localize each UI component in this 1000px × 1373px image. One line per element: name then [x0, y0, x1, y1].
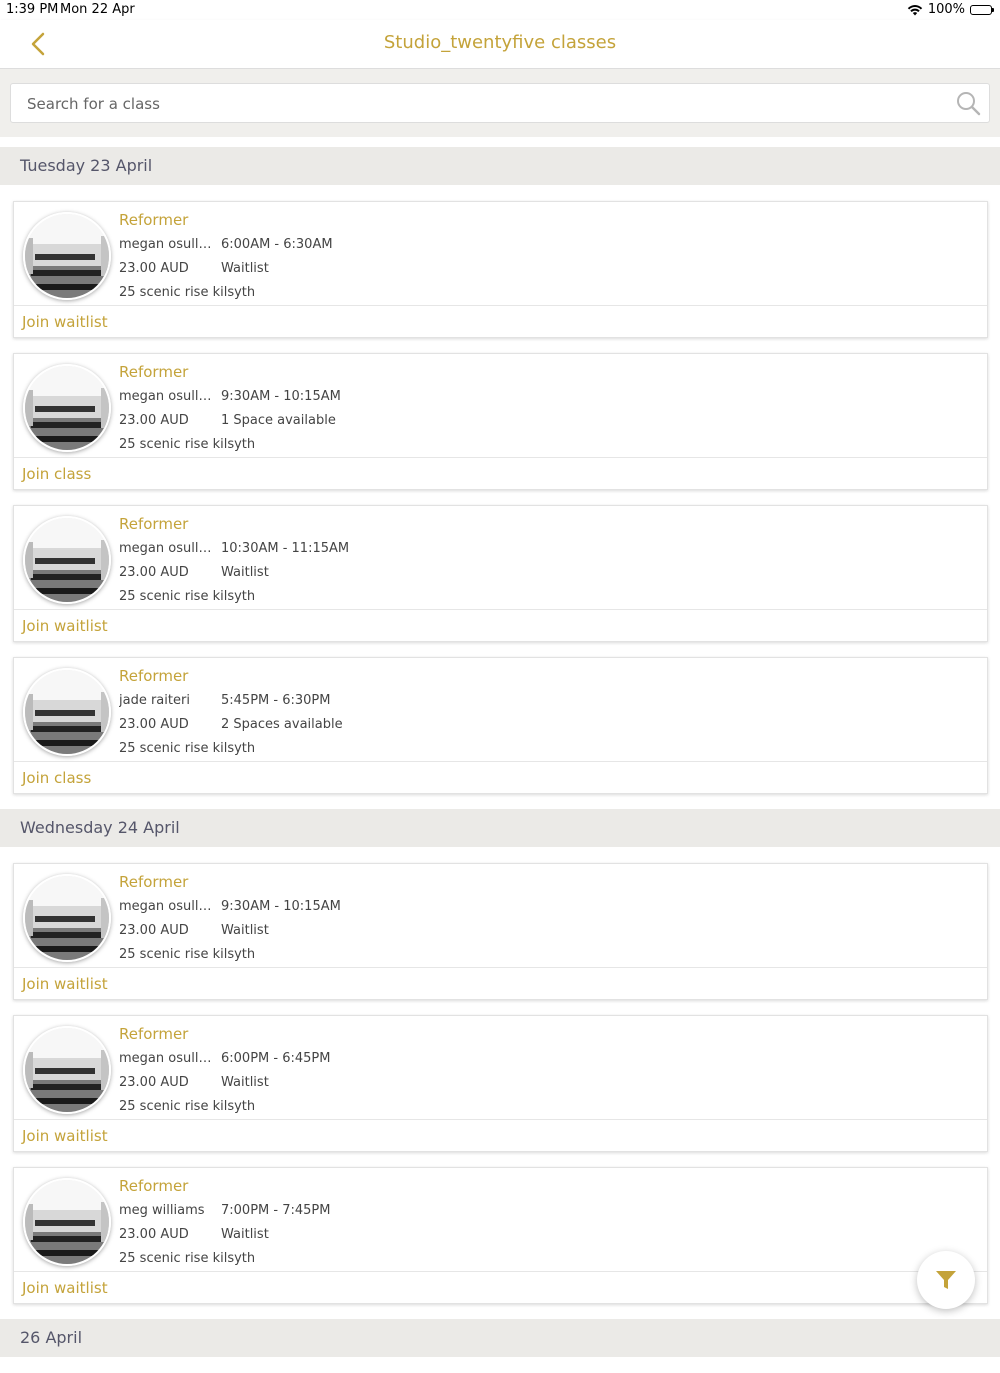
availability-status: Waitlist — [221, 565, 269, 580]
class-price: 23.00 AUD — [119, 1227, 189, 1242]
join-button[interactable]: Join waitlist — [22, 1279, 108, 1297]
search-box — [10, 83, 990, 124]
class-location: 25 scenic rise kilsyth — [119, 1251, 256, 1266]
join-button[interactable]: Join class — [22, 465, 91, 483]
instructor-name: megan osullivan — [119, 237, 215, 252]
class-name[interactable]: Reformer — [119, 363, 188, 381]
instructor-name: megan osullivan — [119, 899, 215, 914]
wifi-icon — [907, 4, 923, 15]
class-card: Reformer meg williams 7:00PM - 7:45PM 23.00… — [13, 1167, 988, 1304]
studio-photo-image — [25, 1180, 109, 1264]
class-name[interactable]: Reformer — [119, 873, 188, 891]
join-button[interactable]: Join waitlist — [22, 617, 108, 635]
instructor-name: megan osullivan — [119, 389, 215, 404]
class-list: Tuesday 23 April Reformer megan osullivan 6… — [0, 137, 1000, 1373]
availability-status: 2 Spaces available — [221, 717, 343, 732]
filter-icon — [936, 1271, 956, 1289]
battery-icon — [970, 4, 994, 15]
class-card: Reformer megan osullivan 9:30AM - 10:15AM 2… — [13, 863, 988, 1000]
class-time: 9:30AM - 10:15AM — [221, 899, 341, 914]
class-avatar — [23, 516, 111, 604]
class-name[interactable]: Reformer — [119, 1025, 188, 1043]
status-bar: 1:39 PM Mon 22 Apr 100% — [0, 0, 1000, 20]
class-card: Reformer megan osullivan 10:30AM - 11:15AM… — [13, 505, 988, 642]
studio-photo-image — [25, 214, 109, 298]
status-time: 1:39 PM — [6, 2, 59, 17]
join-button[interactable]: Join waitlist — [22, 1127, 108, 1145]
day-header: 26 April — [0, 1319, 1000, 1357]
join-button[interactable]: Join waitlist — [22, 975, 108, 993]
class-avatar — [23, 212, 111, 300]
availability-status: Waitlist — [221, 923, 269, 938]
class-location: 25 scenic rise kilsyth — [119, 947, 256, 962]
instructor-name: megan osullivan — [119, 541, 215, 556]
class-time: 6:00AM - 6:30AM — [221, 237, 333, 252]
search-icon[interactable] — [955, 90, 981, 116]
instructor-name: megan osullivan — [119, 1051, 215, 1066]
join-button[interactable]: Join waitlist — [22, 313, 108, 331]
class-price: 23.00 AUD — [119, 565, 189, 580]
class-avatar — [23, 364, 111, 452]
class-price: 23.00 AUD — [119, 717, 189, 732]
class-location: 25 scenic rise kilsyth — [119, 1099, 256, 1114]
instructor-name: meg williams — [119, 1203, 205, 1218]
class-time: 5:45PM - 6:30PM — [221, 693, 331, 708]
class-avatar — [23, 1178, 111, 1266]
class-location: 25 scenic rise kilsyth — [119, 741, 256, 756]
class-name[interactable]: Reformer — [119, 667, 188, 685]
class-location: 25 scenic rise kilsyth — [119, 285, 256, 300]
search-input[interactable] — [25, 84, 949, 124]
class-time: 6:00PM - 6:45PM — [221, 1051, 331, 1066]
class-name[interactable]: Reformer — [119, 1177, 188, 1195]
class-card: Reformer jade raiteri 5:45PM - 6:30PM 23.00… — [13, 657, 988, 794]
card-divider — [14, 457, 987, 458]
class-name[interactable]: Reformer — [119, 211, 188, 229]
instructor-name: jade raiteri — [119, 693, 190, 708]
join-button[interactable]: Join class — [22, 769, 91, 787]
class-card: Reformer megan osullivan 9:30AM - 10:15AM 2… — [13, 353, 988, 490]
class-avatar — [23, 874, 111, 962]
day-header: Tuesday 23 April — [0, 147, 1000, 185]
card-divider — [14, 967, 987, 968]
class-time: 9:30AM - 10:15AM — [221, 389, 341, 404]
card-divider — [14, 1119, 987, 1120]
class-card: Reformer megan osullivan 6:00AM - 6:30AM 23… — [13, 201, 988, 338]
search-bar — [0, 69, 1000, 137]
card-divider — [14, 761, 987, 762]
availability-status: 1 Space available — [221, 413, 336, 428]
class-price: 23.00 AUD — [119, 413, 189, 428]
studio-photo-image — [25, 1028, 109, 1112]
availability-status: Waitlist — [221, 1075, 269, 1090]
studio-photo-image — [25, 670, 109, 754]
studio-photo-image — [25, 876, 109, 960]
studio-photo-image — [25, 518, 109, 602]
nav-bar: Studio_twentyfive classes — [0, 20, 1000, 69]
class-name[interactable]: Reformer — [119, 515, 188, 533]
class-location: 25 scenic rise kilsyth — [119, 437, 256, 452]
day-header: Wednesday 24 April — [0, 809, 1000, 847]
card-divider — [14, 609, 987, 610]
class-price: 23.00 AUD — [119, 261, 189, 276]
card-divider — [14, 1271, 987, 1272]
class-avatar — [23, 1026, 111, 1114]
class-time: 10:30AM - 11:15AM — [221, 541, 350, 556]
card-divider — [14, 305, 987, 306]
class-time: 7:00PM - 7:45PM — [221, 1203, 331, 1218]
class-card: Reformer megan osullivan 6:00PM - 6:45PM 23… — [13, 1015, 988, 1152]
availability-status: Waitlist — [221, 261, 269, 276]
status-date: Mon 22 Apr — [60, 2, 135, 17]
page-title: Studio_twentyfive classes — [383, 32, 617, 53]
studio-photo-image — [25, 366, 109, 450]
class-price: 23.00 AUD — [119, 923, 189, 938]
battery-percent: 100% — [927, 2, 965, 17]
class-price: 23.00 AUD — [119, 1075, 189, 1090]
filter-button[interactable] — [917, 1251, 975, 1309]
class-avatar — [23, 668, 111, 756]
availability-status: Waitlist — [221, 1227, 269, 1242]
class-location: 25 scenic rise kilsyth — [119, 589, 256, 604]
